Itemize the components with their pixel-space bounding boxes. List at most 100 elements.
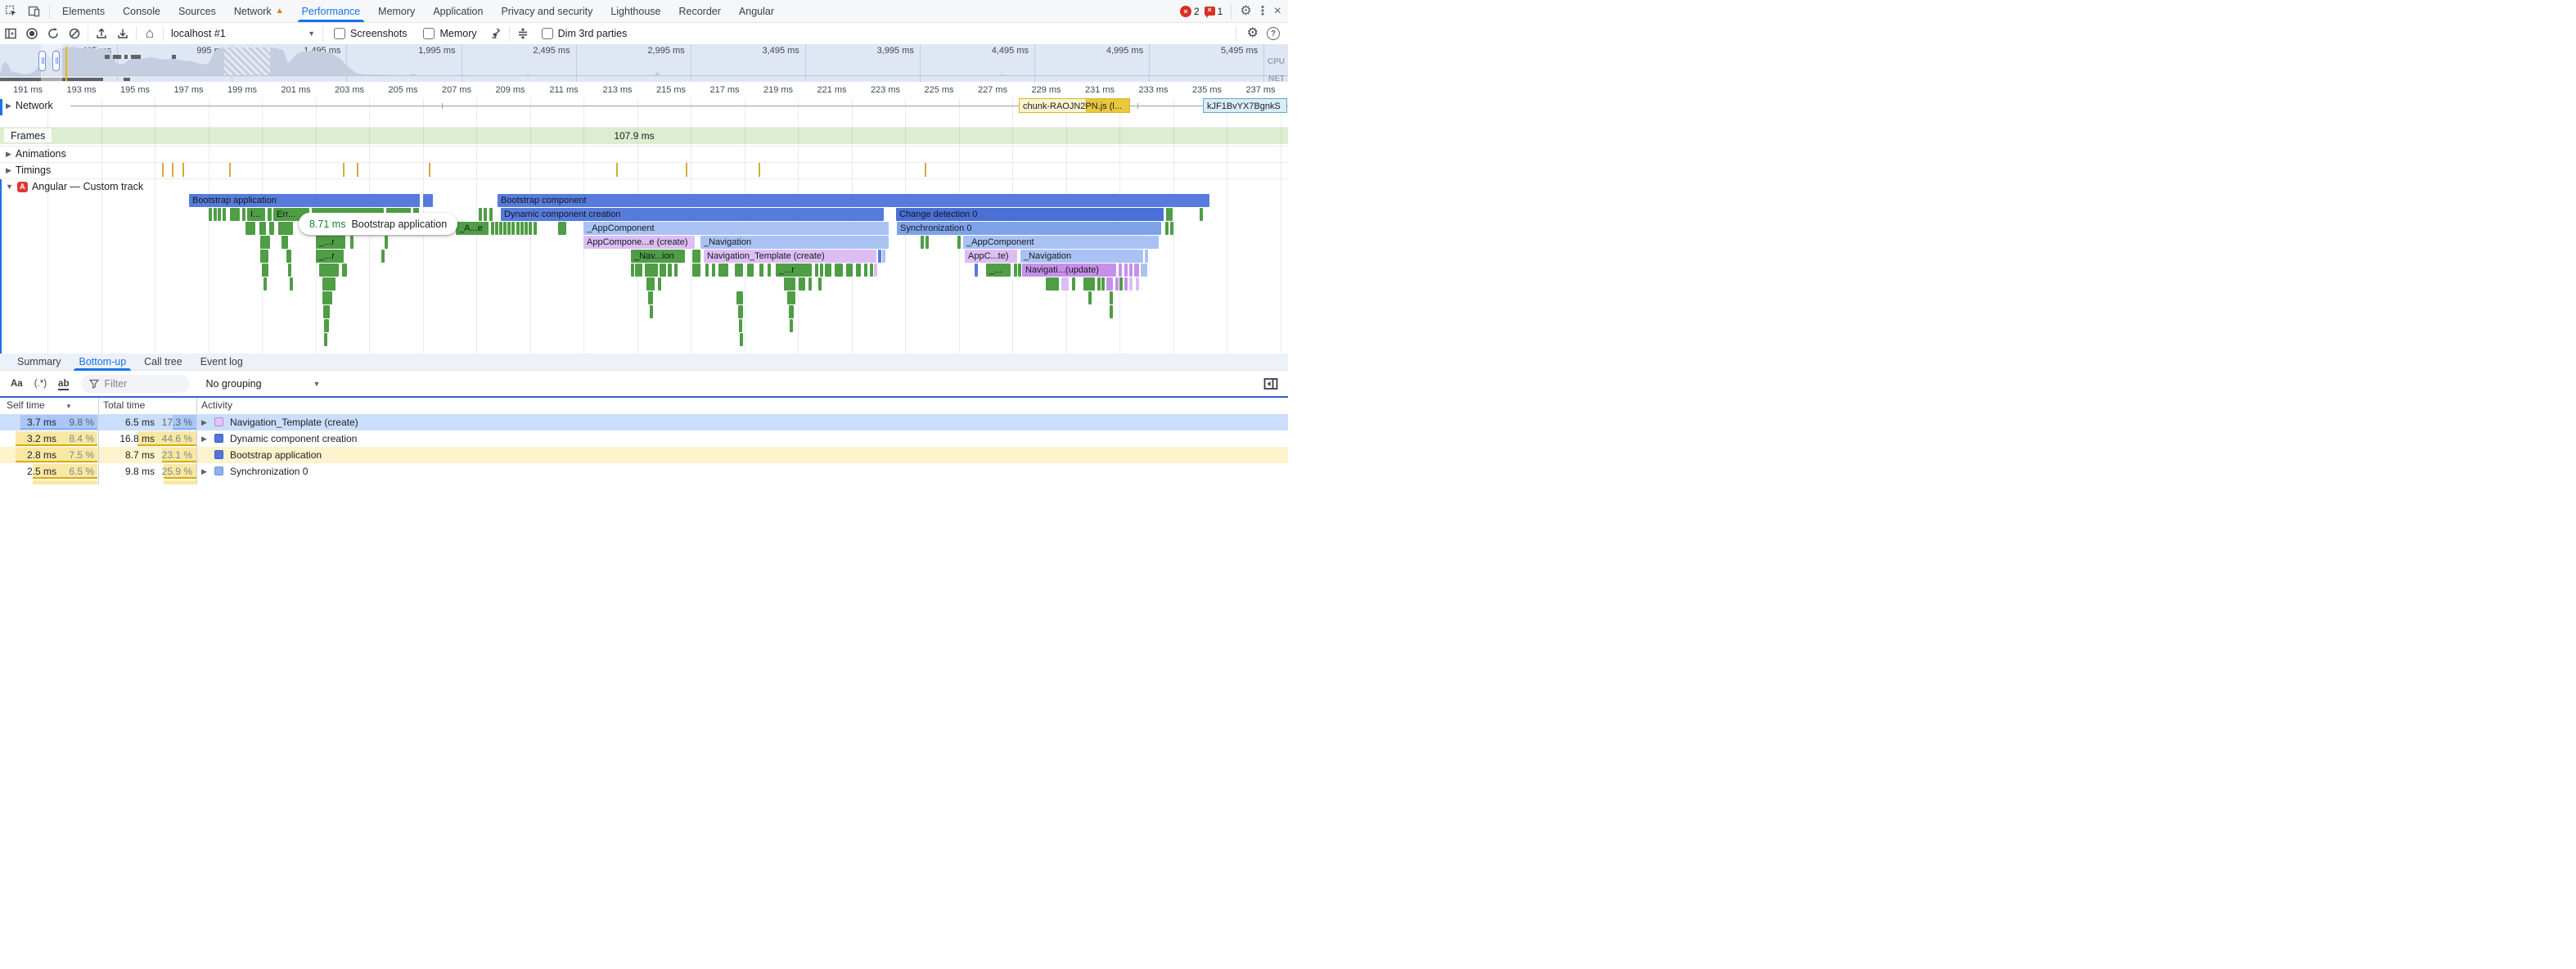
timing-mark[interactable] <box>616 163 618 177</box>
flame-bar[interactable] <box>957 236 961 249</box>
flame-bar[interactable] <box>846 264 853 277</box>
flame-bar[interactable] <box>712 264 715 277</box>
flame-bar[interactable] <box>484 208 487 221</box>
flame-bar[interactable] <box>1129 277 1133 291</box>
flame-bar[interactable] <box>736 291 743 304</box>
flame-bar[interactable] <box>209 208 212 221</box>
details-tab-call-tree[interactable]: Call tree <box>135 354 191 371</box>
flame-bar[interactable] <box>1088 291 1092 304</box>
animations-track-header[interactable]: ▶ Animations <box>6 148 66 160</box>
flame-bar[interactable] <box>324 319 329 332</box>
details-tab-summary[interactable]: Summary <box>8 354 70 371</box>
flame-bar[interactable] <box>269 222 274 235</box>
flame-bar[interactable] <box>525 222 528 235</box>
save-profile-icon[interactable] <box>112 24 133 43</box>
flame-bar[interactable] <box>260 250 268 263</box>
flame-bar[interactable] <box>520 222 524 235</box>
flame-bar[interactable] <box>290 277 293 291</box>
regex-icon[interactable]: (.*) <box>30 379 51 389</box>
clear-icon[interactable] <box>64 24 85 43</box>
flame-bar-change-detection-0[interactable]: Change detection 0 <box>896 208 1164 221</box>
flame-bar[interactable] <box>648 291 653 304</box>
flame-bar[interactable] <box>1165 222 1169 235</box>
flame-bar[interactable] <box>1169 208 1173 221</box>
dim-3rd-parties-checkbox[interactable]: Dim 3rd parties <box>542 28 628 39</box>
flame-bar[interactable] <box>768 264 771 277</box>
tab-elements[interactable]: Elements <box>53 0 114 22</box>
flame-bar[interactable] <box>660 264 666 277</box>
flame-bar-synchronization-0[interactable]: Synchronization 0 <box>897 222 1161 235</box>
flame-bar-r[interactable]: _...r <box>316 250 344 263</box>
flame-bar-i[interactable]: I... <box>247 208 265 221</box>
flame-bar[interactable] <box>218 208 221 221</box>
flame-bar[interactable] <box>878 250 881 263</box>
flame-bar[interactable] <box>870 264 873 277</box>
timing-mark[interactable] <box>343 163 345 177</box>
flame-bar[interactable] <box>1106 277 1113 291</box>
table-row-partial[interactable] <box>0 480 1288 484</box>
flame-bar-appcomponent[interactable]: _AppComponent <box>583 222 889 235</box>
flame-bar[interactable] <box>1014 264 1017 277</box>
flame-bar-navigation-template-create[interactable]: Navigation_Template (create) <box>704 250 876 263</box>
flame-bar[interactable] <box>342 264 347 277</box>
flame-bar[interactable] <box>1110 291 1113 304</box>
load-profile-icon[interactable] <box>91 24 112 43</box>
flame-bar[interactable] <box>784 277 795 291</box>
flame-bar[interactable] <box>491 222 494 235</box>
flame-bar[interactable] <box>882 250 885 263</box>
flame-bar[interactable] <box>740 333 743 346</box>
flame-bar[interactable] <box>278 222 293 235</box>
flame-bar-nav-ion[interactable]: _Nav...ion <box>631 250 685 263</box>
flame-bar[interactable] <box>645 264 658 277</box>
flame-bar[interactable] <box>818 277 822 291</box>
tab-lighthouse[interactable]: Lighthouse <box>601 0 669 22</box>
grouping-dropdown[interactable]: No grouping ▼ <box>205 378 320 390</box>
flame-bar[interactable] <box>281 236 288 249</box>
flame-bar-bootstrap-component[interactable]: Bootstrap component <box>498 194 1209 207</box>
issues-count-badge[interactable]: 1 <box>1205 6 1223 17</box>
flame-bar[interactable] <box>808 277 812 291</box>
show-details-sidebar-icon[interactable] <box>1263 377 1278 389</box>
flame-bar[interactable] <box>1170 222 1173 235</box>
flame-bar[interactable] <box>975 264 978 277</box>
whole-word-icon[interactable]: ab <box>54 379 73 389</box>
inspect-icon[interactable] <box>0 0 23 22</box>
flame-bar-bootstrap-application[interactable]: Bootstrap application <box>189 194 420 207</box>
flame-bar[interactable] <box>214 208 217 221</box>
flame-bar[interactable] <box>381 250 385 263</box>
flame-bar[interactable] <box>529 222 532 235</box>
flame-bar[interactable] <box>1119 277 1123 291</box>
flame-bar[interactable] <box>511 222 515 235</box>
flame-bar[interactable] <box>825 264 831 277</box>
record-icon[interactable] <box>21 24 43 43</box>
flame-bar[interactable] <box>322 291 332 304</box>
flame-bar-[interactable]: _... <box>986 264 1011 277</box>
flame-bar[interactable] <box>921 236 924 249</box>
flame-bar[interactable] <box>507 222 511 235</box>
flame-bar[interactable] <box>245 222 255 235</box>
timing-mark[interactable] <box>162 163 164 177</box>
more-menu-icon[interactable]: ⋮ <box>1257 5 1269 17</box>
timing-mark[interactable] <box>686 163 687 177</box>
flame-bar[interactable] <box>430 194 433 207</box>
flame-bar[interactable] <box>1083 277 1095 291</box>
flame-bar-navigati-update[interactable]: Navigati...(update) <box>1022 264 1116 277</box>
flame-bar[interactable] <box>631 264 634 277</box>
shortcuts-dialog-icon[interactable] <box>512 24 534 43</box>
flame-bar[interactable] <box>705 264 709 277</box>
flame-bar-appcompone-e-create[interactable]: AppCompone...e (create) <box>583 236 695 249</box>
record-and-reload-icon[interactable] <box>43 24 64 43</box>
tab-sources[interactable]: Sources <box>169 0 225 22</box>
flame-bar[interactable] <box>1144 264 1147 277</box>
screenshots-checkbox[interactable]: Screenshots <box>334 28 407 39</box>
table-row-synchronization-0[interactable]: 2.5 ms6.5 %9.8 ms25.9 %▶Synchronization … <box>0 463 1288 480</box>
timeline-overview[interactable]: 495 ms995 ms1,495 ms1,995 ms2,495 ms2,99… <box>0 44 1288 82</box>
flame-bar[interactable] <box>324 333 327 346</box>
flame-bar-r[interactable]: _...r <box>316 236 345 249</box>
flame-bar[interactable] <box>1110 305 1113 318</box>
flame-bar[interactable] <box>1018 264 1021 277</box>
expand-arrow-icon[interactable]: ▶ <box>201 430 207 447</box>
flame-bar[interactable] <box>925 236 929 249</box>
flame-bar[interactable] <box>286 250 291 263</box>
flame-bar[interactable] <box>674 264 678 277</box>
